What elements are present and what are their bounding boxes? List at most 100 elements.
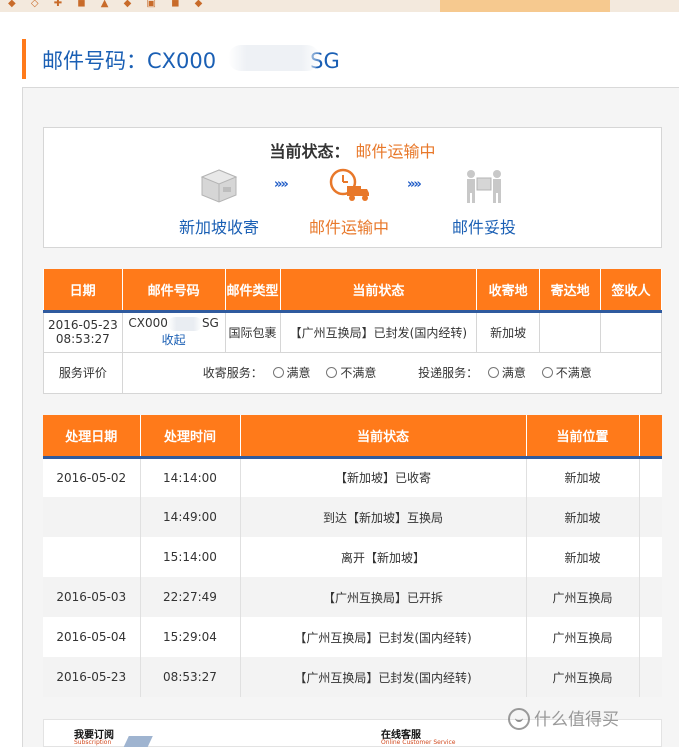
row-status: 【新加坡】已收寄 <box>240 457 527 497</box>
col-signer: 签收人 <box>600 269 662 313</box>
step-posted: 新加坡收寄 <box>164 168 274 238</box>
row-filler <box>639 497 662 537</box>
col-destination: 寄达地 <box>539 269 602 313</box>
row-status: 【广州互换局】已封发(国内经转) <box>240 617 527 657</box>
online-service-link-en[interactable]: Online Customer Service <box>381 739 456 746</box>
summary-signer <box>600 310 662 353</box>
summary-destination <box>539 310 602 353</box>
step-posted-label: 新加坡收寄 <box>178 218 259 237</box>
col-tracking-status: 当前状态 <box>240 415 527 459</box>
table-row: 2016-05-03 22:27:49 【广州互换局】已开拆 广州互换局 <box>43 577 662 617</box>
pickup-unsatisfied-label: 不满意 <box>340 366 377 380</box>
row-location: 新加坡 <box>526 457 640 497</box>
summary-origin: 新加坡 <box>476 310 541 353</box>
summary-header-row: 日期 邮件号码 邮件类型 当前状态 收寄地 寄达地 签收人 <box>43 269 662 313</box>
table-row: 2016-05-23 08:53:27 【广州互换局】已封发(国内经转) 广州互… <box>43 657 662 697</box>
row-filler <box>639 537 662 577</box>
box-icon <box>200 169 238 203</box>
row-location: 广州互换局 <box>526 657 640 697</box>
row-location: 广州互换局 <box>526 577 640 617</box>
delivery-unsatisfied-radio[interactable] <box>541 367 553 378</box>
watermark-text: 什么值得买 <box>534 710 619 730</box>
status-label: 当前状态： <box>269 142 350 161</box>
current-status-line: 当前状态： 邮件运输中 <box>44 138 661 162</box>
row-location: 新加坡 <box>526 497 640 537</box>
number-mask <box>228 45 320 71</box>
row-filler <box>639 657 662 697</box>
row-filler <box>639 577 662 617</box>
col-process-time: 处理时间 <box>140 415 241 459</box>
row-time: 08:53:27 <box>140 657 241 697</box>
pickup-satisfied-label: 满意 <box>286 366 311 380</box>
banner-highlight <box>440 0 610 12</box>
rating-row: 服务评价 收寄服务： 满意 不满意 投递服务： 满意 不满意 <box>43 351 663 394</box>
row-date <box>43 537 141 577</box>
row-time: 22:27:49 <box>140 577 241 617</box>
row-status: 离开【新加坡】 <box>240 537 527 577</box>
subscribe-link-en[interactable]: Subscription <box>74 739 111 746</box>
delivery-satisfied-label: 满意 <box>501 366 526 380</box>
summary-table: 日期 邮件号码 邮件类型 当前状态 收寄地 寄达地 签收人 2016-05-23… <box>43 269 663 394</box>
col-location: 当前位置 <box>526 415 640 459</box>
delivery-satisfied-radio[interactable] <box>487 367 499 378</box>
col-date: 日期 <box>43 269 123 313</box>
row-time: 14:49:00 <box>140 497 241 537</box>
row-status: 【广州互换局】已开拆 <box>240 577 527 617</box>
summary-number-prefix: CX000 <box>128 316 168 331</box>
col-current-status: 当前状态 <box>280 269 478 313</box>
row-status: 到达【新加坡】互换局 <box>240 497 527 537</box>
title-accent-bar <box>22 39 26 79</box>
table-row: 15:14:00 离开【新加坡】 新加坡 <box>43 537 662 577</box>
step-delivered: 邮件妥投 <box>439 168 529 238</box>
row-time: 15:14:00 <box>140 537 241 577</box>
table-row: 2016-05-02 14:14:00 【新加坡】已收寄 新加坡 <box>43 457 662 497</box>
site-watermark: 什么值得买 <box>508 705 619 730</box>
col-mail-type: 邮件类型 <box>225 269 281 313</box>
subscribe-envelope-icon <box>123 736 153 747</box>
pickup-service-label: 收寄服务： <box>202 366 263 380</box>
progress-arrow-1: »» <box>274 177 289 192</box>
progress-arrow-2: »» <box>407 177 422 192</box>
summary-status: 【广州互换局】已封发(国内经转) <box>279 310 478 353</box>
delivery-service-label: 投递服务： <box>418 366 479 380</box>
col-process-date: 处理日期 <box>43 415 141 459</box>
top-banner-strip: ◆ ◇ ✚ ◼ ▲ ◆ ▣ ◼ ◆ <box>0 0 679 12</box>
col-filler <box>639 415 662 459</box>
row-time: 15:29:04 <box>140 617 241 657</box>
watermark-logo-icon <box>508 708 530 730</box>
row-date <box>43 497 141 537</box>
row-location: 广州互换局 <box>526 617 640 657</box>
summary-row: 2016-05-23 08:53:27 CX000 SG 收起 国际包裹 【广州互… <box>43 310 662 353</box>
summary-date: 2016-05-23 08:53:27 <box>43 310 123 353</box>
rating-label: 服务评价 <box>43 351 123 394</box>
row-time: 14:14:00 <box>140 457 241 497</box>
delivery-person-icon <box>467 170 501 203</box>
table-row: 2016-05-04 15:29:04 【广州互换局】已封发(国内经转) 广州互… <box>43 617 662 657</box>
truck-clock-icon <box>329 168 369 201</box>
row-location: 新加坡 <box>526 537 640 577</box>
summary-mail-number: CX000 SG 收起 <box>121 310 226 353</box>
tracking-table: 处理日期 处理时间 当前状态 当前位置 2016-05-02 14:14:00 … <box>43 415 662 697</box>
status-value: 邮件运输中 <box>355 142 436 161</box>
step-in-transit-label: 邮件运输中 <box>308 218 389 237</box>
pickup-unsatisfied-radio[interactable] <box>326 367 338 378</box>
summary-mail-type: 国际包裹 <box>224 310 281 353</box>
summary-number-mask <box>167 316 202 331</box>
row-status: 【广州互换局】已封发(国内经转) <box>240 657 527 697</box>
collapse-link[interactable]: 收起 <box>162 333 186 347</box>
banner-fade <box>610 0 679 12</box>
tracking-header-row: 处理日期 处理时间 当前状态 当前位置 <box>43 415 662 459</box>
row-filler <box>639 617 662 657</box>
summary-number-suffix: SG <box>201 316 219 331</box>
col-origin: 收寄地 <box>476 269 541 313</box>
mail-number-header: 邮件号码：CX000 SG <box>22 30 679 88</box>
table-row: 14:49:00 到达【新加坡】互换局 新加坡 <box>43 497 662 537</box>
rating-options: 收寄服务： 满意 不满意 投递服务： 满意 不满意 <box>121 351 663 394</box>
row-date: 2016-05-23 <box>43 657 141 697</box>
status-progress-box: 当前状态： 邮件运输中 新加坡收寄 »» 邮件运输中 »» 邮件妥投 <box>43 127 662 248</box>
step-in-transit: 邮件运输中 <box>294 168 404 238</box>
row-date: 2016-05-03 <box>43 577 141 617</box>
row-date: 2016-05-04 <box>43 617 141 657</box>
pickup-satisfied-radio[interactable] <box>272 367 284 378</box>
col-mail-number: 邮件号码 <box>122 269 226 313</box>
